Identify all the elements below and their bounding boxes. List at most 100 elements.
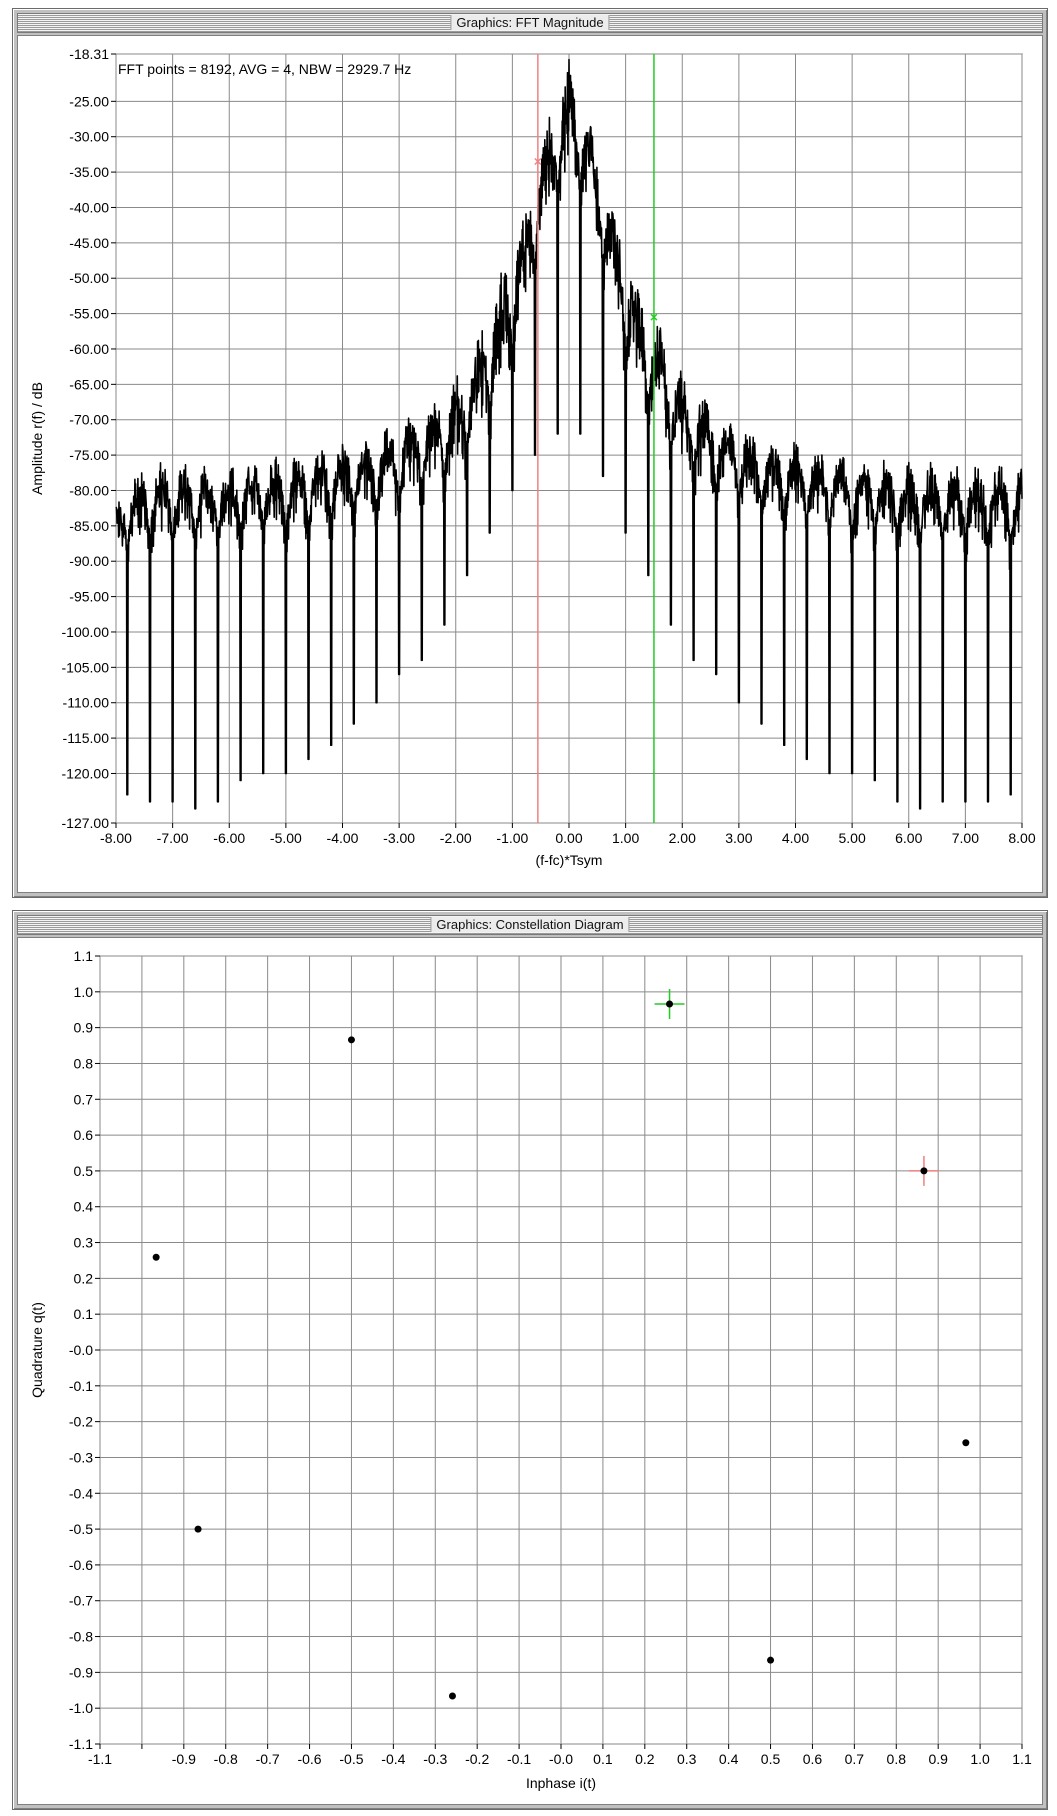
fft-y-tick-label: -120.00 xyxy=(62,765,110,781)
constellation-x-tick-label: -0.2 xyxy=(465,1751,489,1767)
fft-y-tick-label: -100.00 xyxy=(62,624,110,640)
fft-y-tick-label: -35.00 xyxy=(69,164,109,180)
constellation-y-tick-label: -0.8 xyxy=(69,1629,93,1645)
fft-y-tick-label: -50.00 xyxy=(69,270,109,286)
fft-y-tick-label: -80.00 xyxy=(69,482,109,498)
constellation-y-tick-label: -0.3 xyxy=(69,1449,93,1465)
fft-x-tick-label: 5.00 xyxy=(839,830,866,846)
constellation-plot-area: -1.1 -0.9 -0.8 -0.7 -0.6 -0.5 -0.4 -0.3 -0.2 -0.1… xyxy=(17,937,1043,1805)
fft-x-tick-label: -5.00 xyxy=(270,830,302,846)
constellation-panel: Graphics: Constellation Diagram -1.1 -0.9… xyxy=(12,910,1048,1810)
fft-x-tick-label: -1.00 xyxy=(496,830,528,846)
fft-panel-title: Graphics: FFT Magnitude xyxy=(450,15,610,30)
constellation-x-tick-label: 0.7 xyxy=(845,1751,865,1767)
constellation-y-axis-label: Quadrature q(t) xyxy=(29,1302,45,1398)
fft-y-tick-label: -18.31 xyxy=(69,46,109,62)
fft-y-axis-label: Amplitude r(f) / dB xyxy=(29,382,45,495)
constellation-y-tick-label: -0.1 xyxy=(69,1378,93,1394)
constellation-point xyxy=(152,1253,160,1261)
constellation-point xyxy=(347,1036,355,1044)
constellation-y-tick-label: 0.6 xyxy=(74,1127,94,1143)
constellation-y-tick-label: -0.4 xyxy=(69,1485,93,1501)
constellation-point xyxy=(666,1000,674,1008)
constellation-x-tick-label: -0.1 xyxy=(507,1751,531,1767)
fft-y-tick-label: -95.00 xyxy=(69,589,109,605)
constellation-x-tick-label: 0.8 xyxy=(887,1751,907,1767)
fft-x-tick-label: 4.00 xyxy=(782,830,809,846)
fft-y-tick-label: -25.00 xyxy=(69,93,109,109)
fft-x-tick-label: -3.00 xyxy=(383,830,415,846)
fft-x-tick-label: 6.00 xyxy=(895,830,922,846)
constellation-point xyxy=(962,1439,970,1447)
fft-panel-titlebar[interactable]: Graphics: FFT Magnitude xyxy=(17,13,1043,33)
constellation-y-tick-label: 0.8 xyxy=(74,1055,94,1071)
constellation-x-tick-label: -0.3 xyxy=(423,1751,447,1767)
fft-x-tick-label: -6.00 xyxy=(213,830,245,846)
constellation-x-tick-label: 0.1 xyxy=(593,1751,613,1767)
fft-x-tick-label: -7.00 xyxy=(157,830,189,846)
constellation-point xyxy=(920,1167,928,1175)
constellation-x-tick-label: 0.2 xyxy=(635,1751,655,1767)
fft-x-tick-label: 0.00 xyxy=(555,830,582,846)
fft-x-tick-label: 7.00 xyxy=(952,830,979,846)
constellation-y-tick-label: 0.2 xyxy=(74,1270,94,1286)
constellation-y-tick-label: -1.1 xyxy=(69,1736,93,1752)
fft-x-axis-label: (f-fc)*Tsym xyxy=(536,852,603,868)
constellation-x-tick-label: 0.5 xyxy=(761,1751,781,1767)
fft-y-tick-label: -70.00 xyxy=(69,412,109,428)
constellation-y-tick-label: 0.4 xyxy=(74,1199,94,1215)
constellation-y-tick-label: -0.7 xyxy=(69,1593,93,1609)
constellation-y-tick-label: -0.0 xyxy=(69,1342,93,1358)
constellation-x-axis-label: Inphase i(t) xyxy=(526,1775,596,1791)
constellation-panel-titlebar[interactable]: Graphics: Constellation Diagram xyxy=(17,915,1043,935)
constellation-x-tick-label: 0.4 xyxy=(719,1751,739,1767)
fft-y-tick-label: -110.00 xyxy=(63,695,110,711)
constellation-y-tick-label: 0.5 xyxy=(74,1163,94,1179)
constellation-point xyxy=(767,1656,775,1664)
constellation-y-tick-label: 0.7 xyxy=(74,1091,94,1107)
fft-y-tick-label: -45.00 xyxy=(69,235,109,251)
constellation-x-tick-label: 0.3 xyxy=(677,1751,697,1767)
constellation-x-tick-label: -0.9 xyxy=(172,1751,196,1767)
constellation-y-tick-label: -0.9 xyxy=(69,1664,93,1680)
constellation-x-tick-label: -0.0 xyxy=(549,1751,573,1767)
constellation-x-tick-label: -0.5 xyxy=(339,1751,363,1767)
constellation-x-tick-label: -0.6 xyxy=(297,1751,321,1767)
constellation-x-tick-label: -0.4 xyxy=(381,1751,405,1767)
constellation-y-tick-label: 1.1 xyxy=(74,948,94,964)
fft-x-tick-label: 1.00 xyxy=(612,830,639,846)
fft-y-tick-label: -85.00 xyxy=(69,518,109,534)
constellation-point xyxy=(448,1692,456,1700)
fft-y-tick-label: -55.00 xyxy=(69,306,109,322)
constellation-x-tick-label: -1.1 xyxy=(88,1751,112,1767)
fft-y-tick-label: -127.00 xyxy=(62,815,110,831)
fft-y-tick-label: -40.00 xyxy=(69,199,109,215)
constellation-panel-title: Graphics: Constellation Diagram xyxy=(430,917,630,932)
constellation-y-tick-label: -0.6 xyxy=(69,1557,93,1573)
constellation-y-tick-label: 0.9 xyxy=(74,1020,94,1036)
fft-x-tick-label: -8.00 xyxy=(100,830,132,846)
constellation-y-tick-label: 1.0 xyxy=(74,984,94,1000)
constellation-chart[interactable]: -1.1 -0.9 -0.8 -0.7 -0.6 -0.5 -0.4 -0.3 -0.2 -0.1… xyxy=(18,938,1042,1804)
fft-y-tick-label: -65.00 xyxy=(69,376,109,392)
constellation-point xyxy=(194,1525,202,1533)
fft-y-tick-label: -115.00 xyxy=(63,730,110,746)
constellation-y-tick-label: -1.0 xyxy=(69,1700,93,1716)
fft-annotation: FFT points = 8192, AVG = 4, NBW = 2929.7… xyxy=(118,61,411,77)
constellation-x-tick-label: -0.7 xyxy=(256,1751,280,1767)
fft-y-tick-label: -105.00 xyxy=(62,659,110,675)
fft-x-tick-label: 2.00 xyxy=(669,830,696,846)
constellation-y-tick-label: -0.2 xyxy=(69,1414,93,1430)
fft-y-tick-label: -90.00 xyxy=(69,553,109,569)
fft-y-tick-label: -30.00 xyxy=(69,129,109,145)
constellation-x-tick-label: 0.9 xyxy=(928,1751,948,1767)
constellation-x-tick-label: -0.8 xyxy=(214,1751,238,1767)
constellation-x-tick-label: 0.6 xyxy=(803,1751,823,1767)
constellation-x-tick-label: 1.0 xyxy=(970,1751,990,1767)
fft-magnitude-panel: Graphics: FFT Magnitude -8.00 -7.00 -6.00 -… xyxy=(12,8,1048,898)
constellation-y-tick-label: 0.3 xyxy=(74,1235,94,1251)
fft-y-tick-label: -75.00 xyxy=(69,447,109,463)
fft-y-tick-label: -60.00 xyxy=(69,341,109,357)
fft-magnitude-chart[interactable]: -8.00 -7.00 -6.00 -5.00 -4.00 -3.00 -2.00 -1.00… xyxy=(18,36,1042,892)
constellation-y-tick-label: -0.5 xyxy=(69,1521,93,1537)
